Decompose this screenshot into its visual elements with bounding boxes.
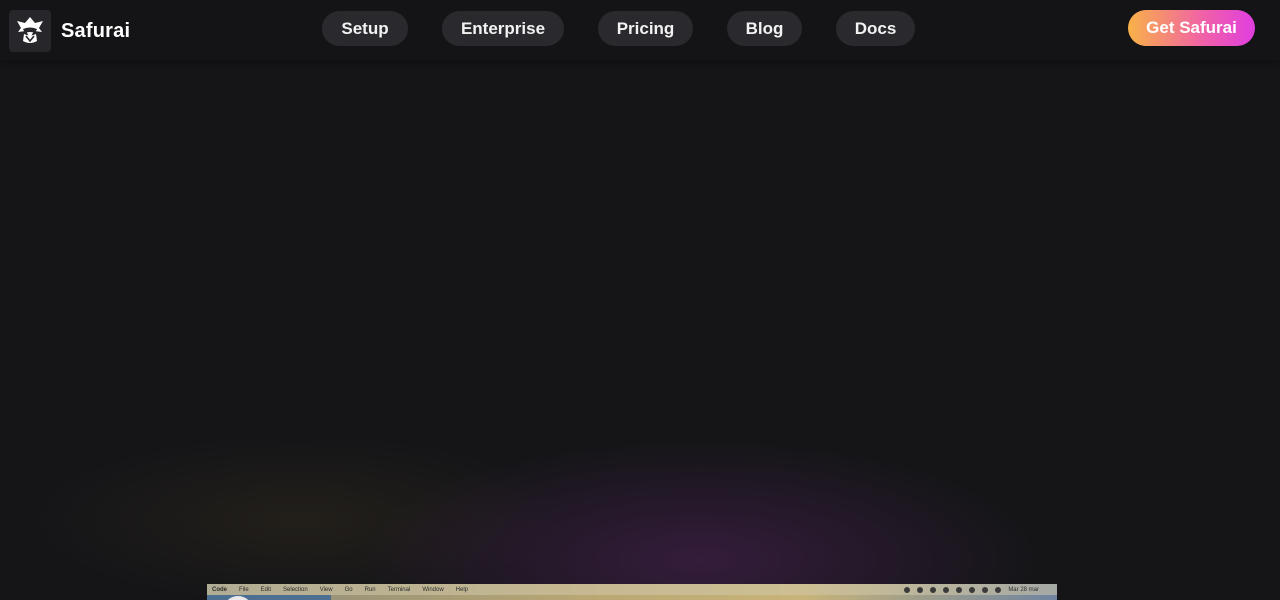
nav-pricing[interactable]: Pricing [598,11,693,46]
brand-name: Safurai [61,19,131,42]
status-icon [969,586,976,593]
preview-menu-item: Help [455,586,469,593]
samurai-helmet-icon [9,10,51,52]
status-icon [930,586,937,593]
preview-menu-item: Selection [283,586,308,593]
status-icon [904,586,911,593]
status-icon [917,586,924,593]
preview-menubar: Code File Edit Selection View Go Run Ter… [207,584,1057,595]
preview-status-tray: Mar 28 mar [904,584,1051,595]
nav-enterprise[interactable]: Enterprise [442,11,564,46]
preview-menu-item: Edit [260,586,272,593]
preview-menu-item: File [239,586,249,593]
site-header: Safurai Setup Enterprise Pricing Blog Do… [0,0,1280,60]
preview-menu-item: Run [364,586,376,593]
product-screenshot-preview: Code File Edit Selection View Go Run Ter… [207,584,1057,600]
brand-home-link[interactable]: Safurai [9,10,130,52]
nav-docs[interactable]: Docs [836,11,915,46]
get-safurai-button[interactable]: Get Safurai [1128,10,1255,46]
status-icon [995,586,1002,593]
nav-setup[interactable]: Setup [322,11,408,46]
preview-menu-item: View [319,586,333,593]
status-icon [943,586,950,593]
preview-menu-item: Window [422,586,444,593]
preview-date: Mar 28 mar [1008,586,1039,593]
status-icon [956,586,963,593]
preview-menu-item: Terminal [387,586,411,593]
page: Safurai Setup Enterprise Pricing Blog Do… [0,0,1280,600]
nav-blog[interactable]: Blog [727,11,802,46]
preview-sidebar [207,595,331,600]
preview-menu-item: Code [212,586,227,593]
preview-menu-item: Go [344,586,353,593]
status-icon [982,586,989,593]
